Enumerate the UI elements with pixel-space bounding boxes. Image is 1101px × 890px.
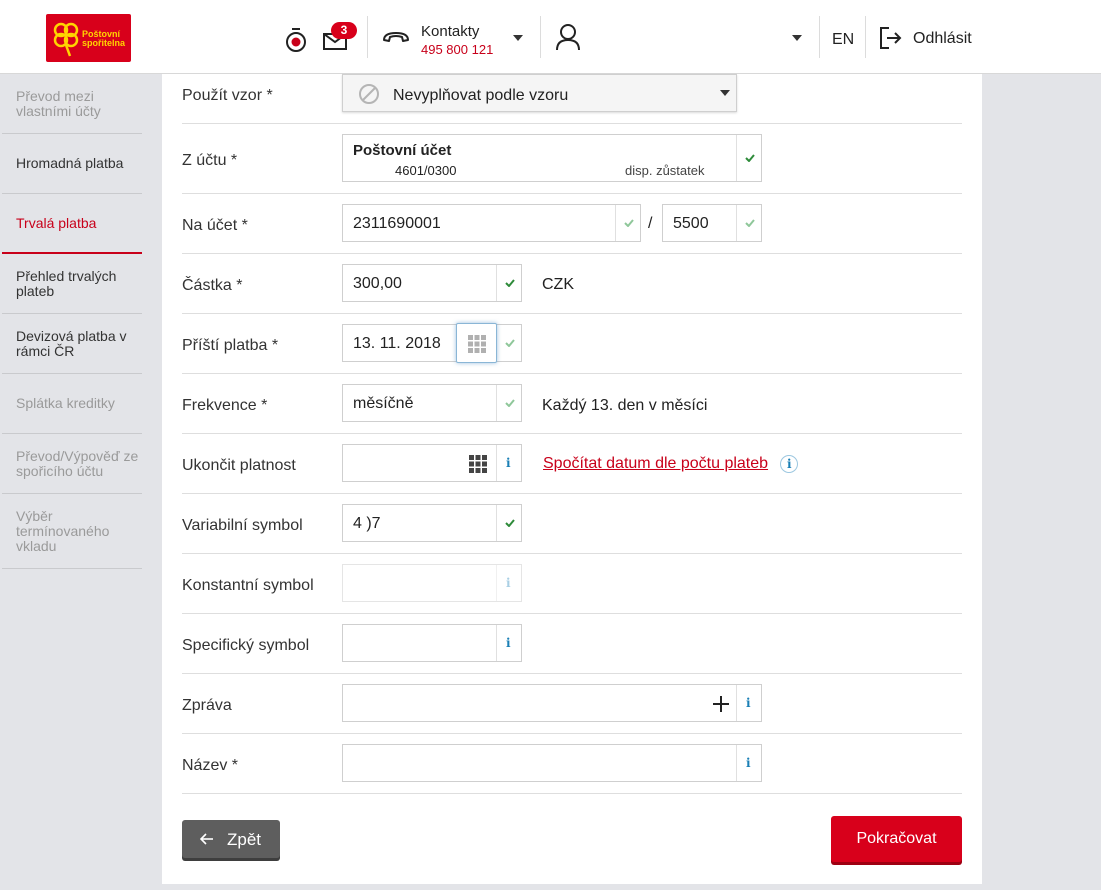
sidebar-item-internal-transfer[interactable]: Převod mezi vlastními účty bbox=[2, 74, 142, 134]
template-label: Použít vzor * bbox=[182, 87, 273, 104]
info-icon[interactable]: i bbox=[780, 455, 798, 473]
logout-button[interactable]: Odhlásit bbox=[913, 30, 972, 48]
specific-symbol-input[interactable]: i bbox=[342, 624, 522, 662]
frequency-select[interactable]: měsíčně bbox=[342, 384, 522, 422]
header-divider bbox=[819, 16, 820, 58]
variable-symbol-label: Variabilní symbol bbox=[182, 517, 303, 534]
no-template-icon bbox=[359, 84, 379, 104]
arrow-left-icon bbox=[200, 833, 213, 845]
currency-label: CZK bbox=[542, 276, 574, 293]
available-balance-label: disp. zůstatek bbox=[625, 163, 705, 178]
info-glyph: i bbox=[746, 696, 751, 710]
frequency-value: měsíčně bbox=[353, 395, 414, 412]
info-icon[interactable]: i bbox=[496, 625, 521, 661]
check-icon bbox=[615, 205, 640, 241]
sidebar-item-standing-orders-overview[interactable]: Přehled trvalých plateb bbox=[2, 254, 142, 314]
phone-icon bbox=[383, 32, 409, 42]
calendar-grid-icon bbox=[468, 335, 486, 353]
template-value: Nevyplňovat podle vzoru bbox=[393, 87, 569, 104]
from-account-name: Poštovní účet bbox=[353, 142, 452, 159]
info-glyph: i bbox=[506, 456, 511, 470]
frequency-label: Frekvence * bbox=[182, 397, 268, 414]
sidebar-item-savings-transfer[interactable]: Převod/Výpověď ze spořicího účtu bbox=[2, 434, 142, 494]
message-label: Zpráva bbox=[182, 697, 232, 714]
check-icon bbox=[496, 265, 521, 301]
sidebar-item-credit-card-repayment[interactable]: Splátka kreditky bbox=[2, 374, 142, 434]
check-icon bbox=[736, 205, 761, 241]
amount-input[interactable]: 300,00 bbox=[342, 264, 522, 302]
check-icon bbox=[496, 385, 521, 421]
header-divider bbox=[865, 16, 866, 58]
calendar-button[interactable] bbox=[456, 323, 497, 363]
sidebar-item-term-deposit-withdrawal[interactable]: Výběr termínovaného vkladu bbox=[2, 494, 142, 569]
logout-icon[interactable] bbox=[879, 26, 903, 50]
amount-label: Částka * bbox=[182, 277, 243, 294]
info-icon[interactable]: i bbox=[496, 445, 521, 481]
constant-symbol-input[interactable]: i bbox=[342, 564, 522, 602]
sidebar: Převod mezi vlastními účty Hromadná plat… bbox=[0, 74, 162, 890]
end-validity-label: Ukončit platnost bbox=[182, 457, 296, 474]
info-glyph: i bbox=[746, 756, 751, 770]
check-icon bbox=[496, 325, 521, 361]
plus-icon[interactable] bbox=[712, 695, 730, 713]
brand-logo[interactable]: Poštovní spořitelna bbox=[46, 14, 131, 62]
variable-symbol-input[interactable]: 4 )7 bbox=[342, 504, 522, 542]
info-icon[interactable]: i bbox=[736, 685, 761, 721]
header-divider bbox=[540, 16, 541, 58]
chevron-down-icon bbox=[720, 90, 730, 96]
account-separator: / bbox=[648, 215, 653, 232]
from-account-number: 4601/0300 bbox=[395, 163, 457, 178]
compute-date-link[interactable]: Spočítat datum dle počtu plateb bbox=[543, 455, 768, 473]
template-select[interactable]: Nevyplňovat podle vzoru bbox=[342, 74, 737, 112]
form-row bbox=[182, 314, 962, 374]
sidebar-item-standing-order[interactable]: Trvalá platba bbox=[2, 194, 142, 254]
next-payment-label: Příští platba * bbox=[182, 337, 279, 354]
name-label: Název * bbox=[182, 757, 239, 774]
next-payment-value: 13. 11. 2018 bbox=[353, 335, 441, 352]
constant-symbol-label: Konstantní symbol bbox=[182, 577, 314, 594]
sidebar-item-bulk-payment[interactable]: Hromadná platba bbox=[2, 134, 142, 194]
specific-symbol-label: Specifický symbol bbox=[182, 637, 310, 654]
message-input[interactable]: i bbox=[342, 684, 762, 722]
contacts-phone[interactable]: 495 800 121 bbox=[421, 42, 493, 57]
calendar-grid-icon[interactable] bbox=[469, 455, 487, 473]
from-account-select[interactable]: Poštovní účet 4601/0300 disp. zůstatek bbox=[342, 134, 762, 182]
info-icon[interactable]: i bbox=[496, 565, 521, 601]
top-header: Poštovní spořitelna 3 Kontakty 495 800 1… bbox=[0, 0, 1101, 74]
amount-value: 300,00 bbox=[353, 275, 402, 292]
info-icon[interactable]: i bbox=[736, 745, 761, 781]
variable-symbol-value: 4 )7 bbox=[353, 515, 381, 532]
info-glyph: i bbox=[787, 457, 792, 471]
to-account-label: Na účet * bbox=[182, 217, 248, 234]
end-validity-input[interactable]: i bbox=[342, 444, 522, 482]
logo-text-line2: spořitelna bbox=[82, 38, 126, 48]
notification-badge: 3 bbox=[331, 22, 357, 39]
check-icon bbox=[736, 135, 761, 181]
language-switch[interactable]: EN bbox=[832, 31, 854, 49]
contacts-label[interactable]: Kontakty bbox=[421, 23, 479, 40]
bank-code-input[interactable]: 5500 bbox=[662, 204, 762, 242]
timer-icon[interactable] bbox=[285, 27, 307, 53]
info-glyph: i bbox=[506, 636, 511, 650]
to-account-value: 2311690001 bbox=[353, 215, 441, 232]
frequency-description: Každý 13. den v měsíci bbox=[542, 397, 708, 414]
logo-text: Poštovní spořitelna bbox=[82, 30, 125, 48]
bank-code-value: 5500 bbox=[673, 215, 709, 232]
info-glyph: i bbox=[506, 576, 511, 590]
chevron-down-icon[interactable] bbox=[792, 35, 802, 41]
to-account-input[interactable]: 2311690001 bbox=[342, 204, 641, 242]
clover-icon bbox=[53, 22, 79, 57]
continue-button[interactable]: Pokračovat bbox=[831, 816, 962, 862]
from-account-label: Z účtu * bbox=[182, 152, 238, 169]
check-icon bbox=[496, 505, 521, 541]
sidebar-item-foreign-currency-payment[interactable]: Devizová platba v rámci ČR bbox=[2, 314, 142, 374]
back-button[interactable]: Zpět bbox=[182, 820, 280, 858]
back-label: Zpět bbox=[227, 830, 262, 849]
user-icon[interactable] bbox=[555, 23, 581, 51]
chevron-down-icon[interactable] bbox=[513, 35, 523, 41]
header-divider bbox=[367, 16, 368, 58]
name-input[interactable]: i bbox=[342, 744, 762, 782]
